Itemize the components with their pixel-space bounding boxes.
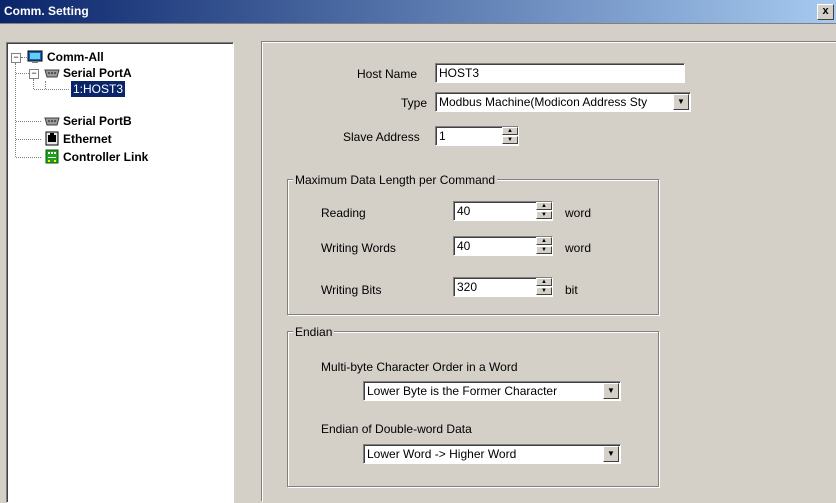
reading-unit: word <box>565 206 592 220</box>
endian-group-title: Endian <box>293 325 335 339</box>
dword-select[interactable]: Lower Word -> Higher Word ▼ <box>363 444 621 464</box>
tree-connector <box>16 157 41 158</box>
char-order-value: Lower Byte is the Former Character <box>367 384 558 398</box>
type-label: Type <box>401 96 428 110</box>
root-collapse-toggle[interactable]: − <box>11 53 21 63</box>
tree-item-controller-link[interactable]: Controller Link <box>63 149 148 165</box>
writing-bits-label: Writing Bits <box>321 283 382 297</box>
tree-item-ethernet[interactable]: Ethernet <box>63 131 112 147</box>
max-length-group-title: Maximum Data Length per Command <box>293 173 498 187</box>
type-select[interactable]: Modbus Machine(Modicon Address Sty ▼ <box>435 92 691 112</box>
reading-label: Reading <box>321 206 366 220</box>
tree-connector <box>16 121 41 122</box>
tree-connector <box>16 73 29 74</box>
computer-icon <box>27 50 43 64</box>
char-order-label: Multi-byte Character Order in a Word <box>321 360 518 374</box>
window-title: Comm. Setting <box>4 4 89 18</box>
chevron-down-icon[interactable]: ▼ <box>603 383 619 399</box>
slave-address-stepper[interactable]: 1 ▲ ▼ <box>435 126 519 146</box>
serial-porta-collapse-toggle[interactable]: − <box>29 69 39 79</box>
reading-value: 40 <box>457 204 471 218</box>
serial-port-icon <box>43 114 60 128</box>
spin-down-icon[interactable]: ▼ <box>536 246 552 254</box>
slave-address-value: 1 <box>439 129 446 143</box>
tree-item-serial-porta[interactable]: Serial PortA <box>63 65 132 81</box>
writing-bits-value: 320 <box>457 280 478 294</box>
dword-value: Lower Word -> Higher Word <box>367 447 517 461</box>
type-select-value: Modbus Machine(Modicon Address Sty <box>439 95 648 109</box>
spinner[interactable]: ▲ ▼ <box>536 237 552 255</box>
writing-words-label: Writing Words <box>321 241 396 255</box>
host-name-input[interactable]: HOST3 <box>435 63 685 83</box>
title-bar: Comm. Setting x <box>0 0 836 23</box>
spinner[interactable]: ▲ ▼ <box>536 278 552 296</box>
chevron-down-icon[interactable]: ▼ <box>603 446 619 462</box>
writing-bits-unit: bit <box>565 283 578 297</box>
tree-view[interactable]: − Comm-All − Serial PortA 1:HOST3 Serial… <box>6 42 234 503</box>
title-separator <box>0 23 836 24</box>
tree-connector <box>16 139 41 140</box>
spin-up-icon[interactable]: ▲ <box>536 278 552 286</box>
spin-up-icon[interactable]: ▲ <box>536 237 552 245</box>
char-order-select[interactable]: Lower Byte is the Former Character ▼ <box>363 381 621 401</box>
writing-words-stepper[interactable]: 40 ▲ ▼ <box>453 236 553 256</box>
tree-item-comm-all[interactable]: Comm-All <box>47 49 104 65</box>
chevron-down-icon[interactable]: ▼ <box>673 94 689 110</box>
spin-up-icon[interactable]: ▲ <box>536 202 552 210</box>
tree-connector <box>45 81 46 89</box>
reading-stepper[interactable]: 40 ▲ ▼ <box>453 201 553 221</box>
slave-address-label: Slave Address <box>343 130 420 144</box>
tree-connector <box>34 89 69 90</box>
tree-item-serial-portb[interactable]: Serial PortB <box>63 113 132 129</box>
controller-link-icon <box>45 149 61 164</box>
writing-words-value: 40 <box>457 239 471 253</box>
spinner[interactable]: ▲ ▼ <box>536 202 552 220</box>
spin-down-icon[interactable]: ▼ <box>536 287 552 295</box>
dword-label: Endian of Double-word Data <box>321 422 472 436</box>
host-name-label: Host Name <box>357 67 418 81</box>
spin-down-icon[interactable]: ▼ <box>502 136 518 144</box>
settings-panel: Host Name HOST3 Type Modbus Machine(Modi… <box>262 42 836 502</box>
close-button[interactable]: x <box>817 4 834 20</box>
writing-words-unit: word <box>565 241 592 255</box>
writing-bits-stepper[interactable]: 320 ▲ ▼ <box>453 277 553 297</box>
spinner[interactable]: ▲ ▼ <box>502 127 518 145</box>
ethernet-icon <box>45 131 61 146</box>
spin-down-icon[interactable]: ▼ <box>536 211 552 219</box>
tree-connector <box>33 79 34 89</box>
serial-port-icon <box>43 66 60 80</box>
tree-connector <box>15 63 16 157</box>
tree-item-host3[interactable]: 1:HOST3 <box>71 81 126 97</box>
spin-up-icon[interactable]: ▲ <box>502 127 518 135</box>
